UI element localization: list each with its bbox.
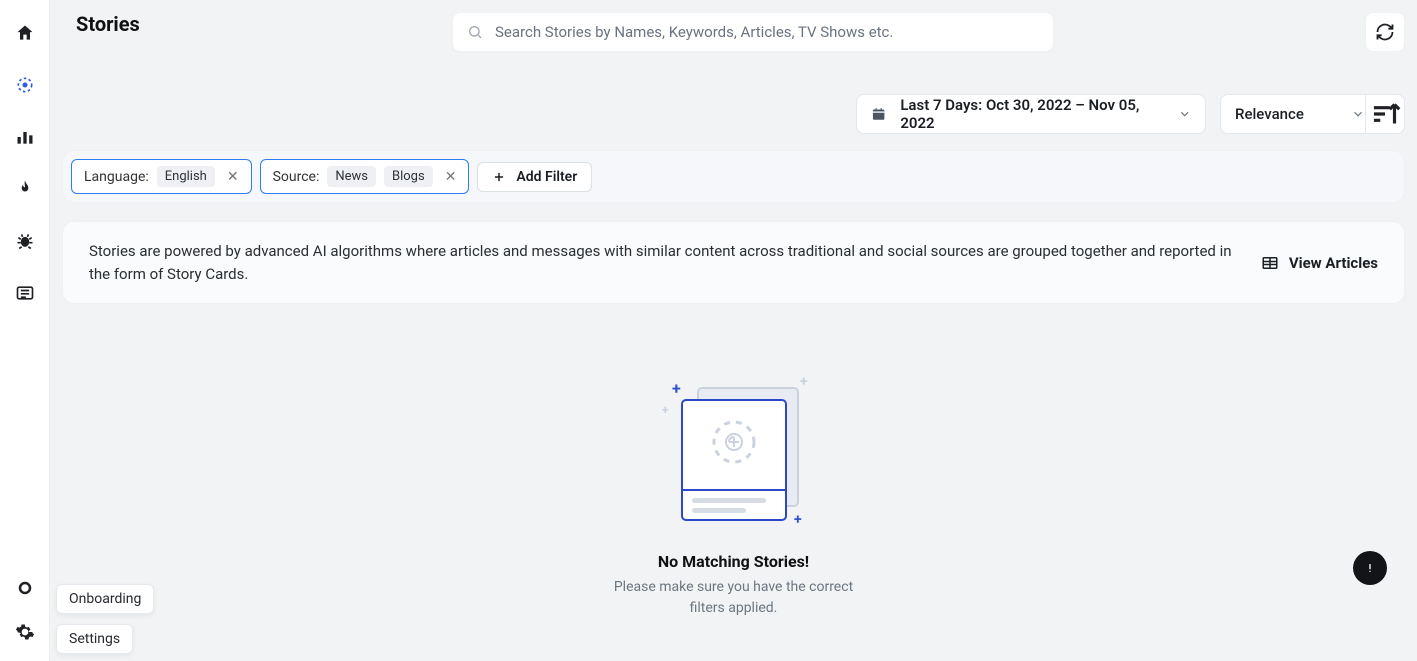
- chevron-down-icon: [1178, 107, 1191, 121]
- news-icon: [15, 283, 35, 303]
- view-articles-button[interactable]: View Articles: [1261, 254, 1378, 272]
- filters-bar: Language: English ✕ Source: News Blogs ✕…: [62, 150, 1405, 203]
- alert-icon: [1362, 560, 1378, 576]
- sort-label: Relevance: [1235, 105, 1304, 123]
- nav-trending[interactable]: [14, 178, 36, 200]
- filter-chip-label: Source:: [273, 169, 320, 185]
- controls-row: Last 7 Days: Oct 30, 2022 – Nov 05, 2022…: [62, 94, 1405, 134]
- nav-bug[interactable]: [14, 230, 36, 252]
- nav-target[interactable]: [14, 74, 36, 96]
- main: Stories Search Stories by Names, Keyword…: [50, 0, 1417, 661]
- trending-icon: [15, 179, 35, 199]
- filter-chip-tag: English: [157, 166, 215, 187]
- svg-text:+: +: [662, 403, 669, 417]
- search-icon: [467, 24, 483, 40]
- close-icon[interactable]: ✕: [227, 170, 239, 184]
- info-description: Stories are powered by advanced AI algor…: [89, 240, 1237, 285]
- onboarding-icon: [15, 578, 35, 598]
- settings-icon: [15, 622, 35, 642]
- empty-state-illustration: + + + +: [654, 374, 814, 534]
- target-icon: [15, 75, 35, 95]
- filter-chip-label: Language:: [84, 169, 149, 185]
- plus-icon: [492, 170, 506, 184]
- info-bar: Stories are powered by advanced AI algor…: [62, 221, 1405, 304]
- search-input[interactable]: Search Stories by Names, Keywords, Artic…: [452, 12, 1054, 52]
- alert-fab[interactable]: [1353, 551, 1387, 585]
- bug-icon: [15, 231, 35, 251]
- add-filter-button[interactable]: Add Filter: [477, 162, 592, 192]
- refresh-icon: [1375, 22, 1395, 42]
- filter-chip-tag: News: [327, 166, 376, 187]
- filter-chip-language[interactable]: Language: English ✕: [71, 159, 252, 194]
- empty-state-title: No Matching Stories!: [658, 552, 809, 571]
- sort-direction-button[interactable]: [1365, 94, 1405, 134]
- view-articles-label: View Articles: [1289, 254, 1378, 272]
- sidebar: [0, 0, 50, 661]
- nav-analytics[interactable]: [14, 126, 36, 148]
- add-filter-label: Add Filter: [516, 169, 577, 185]
- sort-dropdown[interactable]: Relevance: [1220, 94, 1380, 134]
- svg-text:+: +: [672, 379, 681, 398]
- filter-chip-tag: Blogs: [384, 166, 433, 187]
- date-range-label: Last 7 Days: Oct 30, 2022 – Nov 05, 2022: [900, 96, 1165, 132]
- date-range-picker[interactable]: Last 7 Days: Oct 30, 2022 – Nov 05, 2022: [856, 94, 1206, 134]
- refresh-button[interactable]: [1365, 12, 1405, 52]
- svg-text:+: +: [794, 512, 802, 528]
- analytics-icon: [15, 127, 35, 147]
- table-icon: [1261, 254, 1279, 272]
- home-icon: [15, 23, 35, 43]
- header: Stories Search Stories by Names, Keyword…: [62, 12, 1405, 36]
- nav-onboarding[interactable]: [14, 577, 36, 599]
- chevron-down-icon: [1351, 107, 1365, 121]
- nav-home[interactable]: [14, 22, 36, 44]
- nav-settings[interactable]: [14, 621, 36, 643]
- calendar-icon: [871, 106, 886, 122]
- search-placeholder: Search Stories by Names, Keywords, Artic…: [495, 23, 893, 41]
- sort-icon: [1366, 95, 1404, 133]
- nav-news[interactable]: [14, 282, 36, 304]
- empty-state-subtitle: Please make sure you have the correct fi…: [614, 577, 853, 619]
- filter-chip-source[interactable]: Source: News Blogs ✕: [260, 159, 470, 194]
- page-title: Stories: [76, 12, 140, 36]
- empty-state: + + + + No Matching Stories! Please make…: [62, 374, 1405, 619]
- svg-text:+: +: [800, 374, 808, 390]
- close-icon[interactable]: ✕: [445, 170, 457, 184]
